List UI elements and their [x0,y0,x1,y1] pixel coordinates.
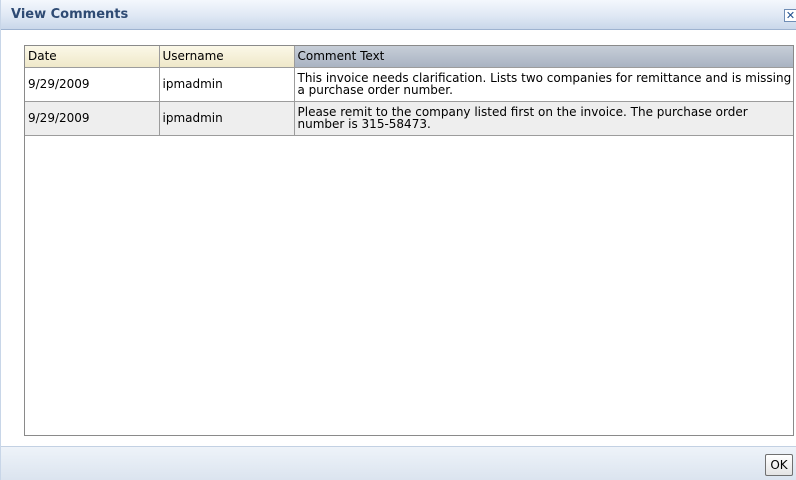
comment-line: a purchase order number. [297,83,453,97]
cell-comment-text: This invoice needs clarification. Lists … [294,67,793,102]
column-header-date[interactable]: Date [25,46,160,68]
dialog-title-bar[interactable]: View Comments ✕ [1,0,796,30]
table-row[interactable]: 9/29/2009 ipmadmin This invoice needs cl… [25,67,793,102]
ok-button[interactable]: OK [765,454,793,476]
column-header-comment-text[interactable]: Comment Text [294,46,793,68]
view-comments-dialog: View Comments ✕ Date Username Comment Te… [0,0,796,480]
table-header-row: Date Username Comment Text [25,46,793,68]
cell-username: ipmadmin [159,101,295,136]
comments-table: Date Username Comment Text 9/29/2009 ipm… [25,46,793,136]
cell-date: 9/29/2009 [25,101,160,136]
close-icon[interactable]: ✕ [784,9,796,22]
dialog-button-bar: OK [1,446,796,480]
comments-table-container: Date Username Comment Text 9/29/2009 ipm… [24,45,794,436]
comment-line: number is 315-58473. [297,117,431,131]
column-header-username[interactable]: Username [159,46,295,68]
cell-date: 9/29/2009 [25,67,160,102]
dialog-title: View Comments [11,7,129,22]
cell-username: ipmadmin [159,67,295,102]
cell-comment-text: Please remit to the company listed first… [294,101,793,136]
table-row[interactable]: 9/29/2009 ipmadmin Please remit to the c… [25,101,793,136]
